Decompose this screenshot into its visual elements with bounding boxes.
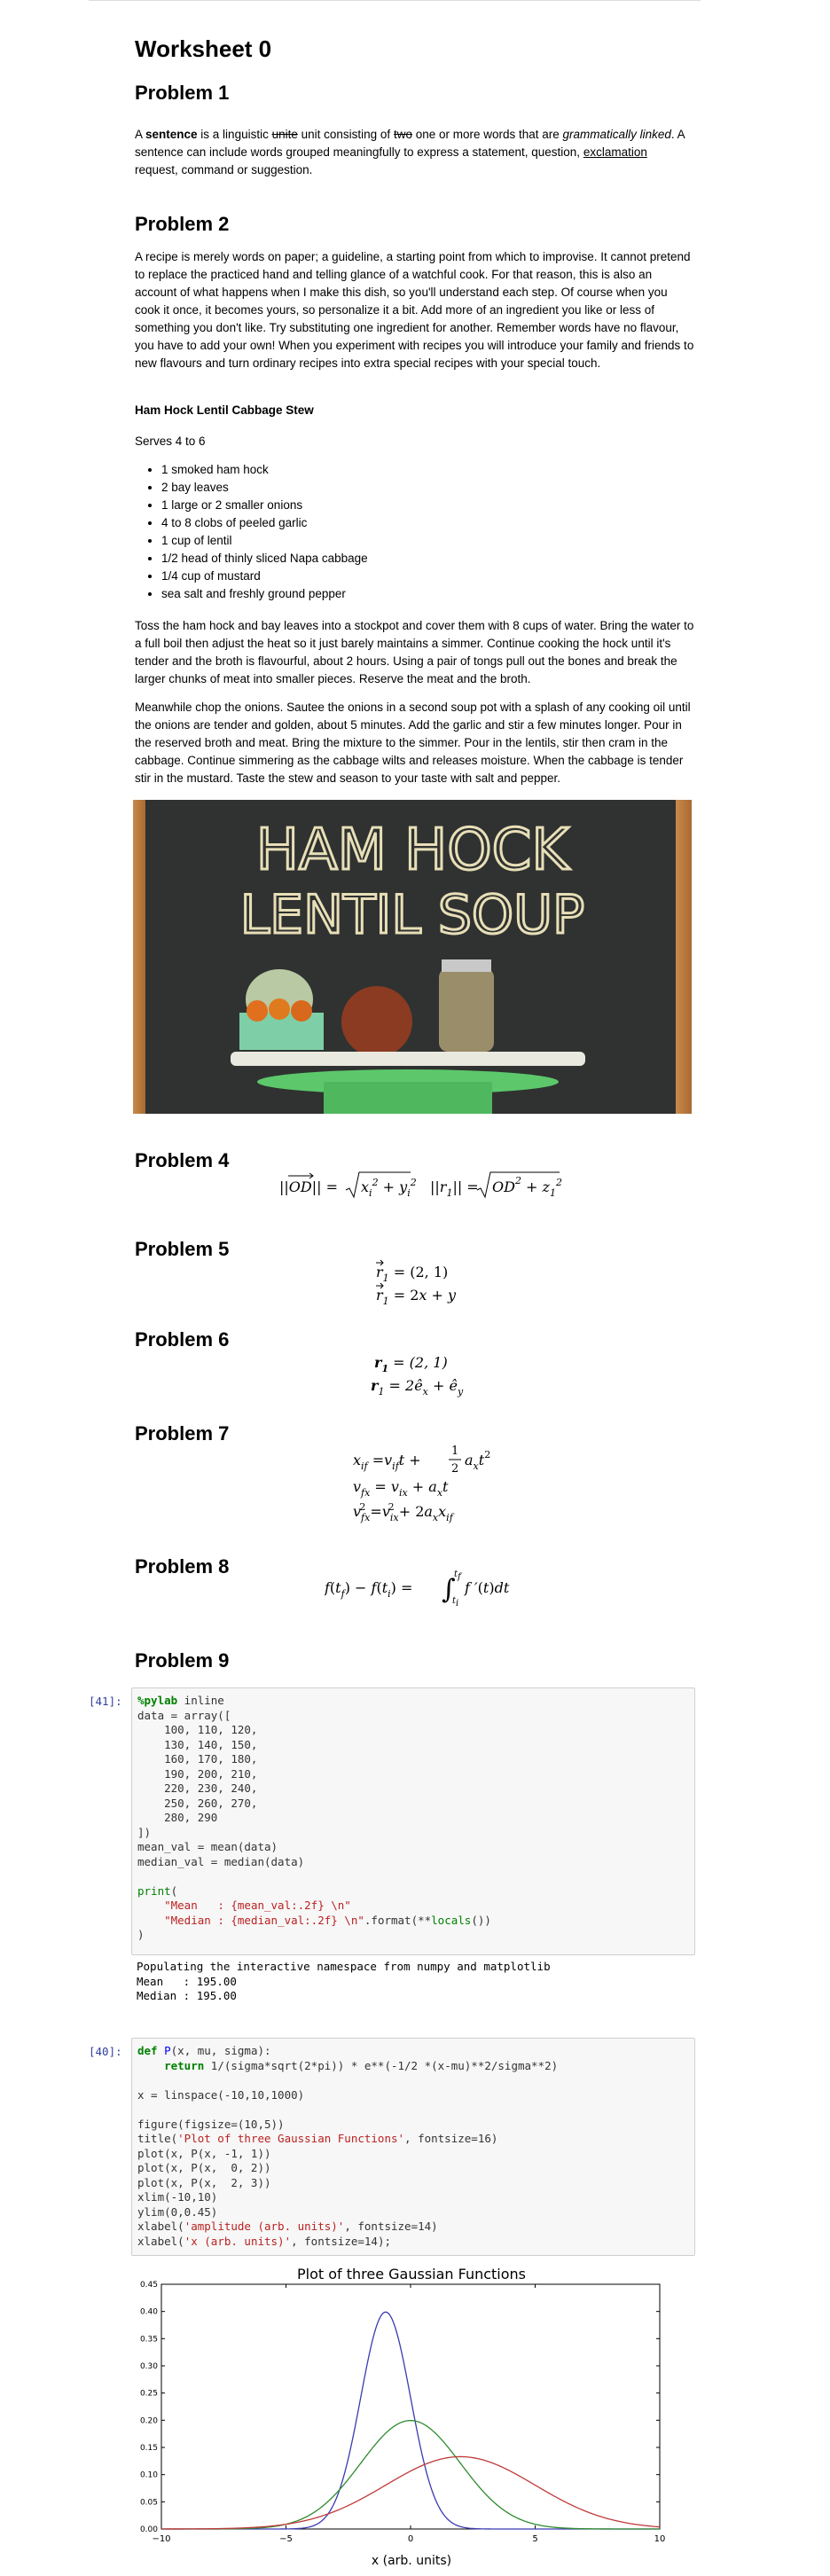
problem4-heading: Problem 4 xyxy=(135,1149,230,1171)
list-item: 4 to 8 clobs of peeled garlic xyxy=(161,514,693,532)
photo-chalk-line-1: HAM HOCK xyxy=(256,818,571,883)
list-item: 1/2 head of thinly sliced Napa cabbage xyxy=(161,550,693,568)
svg-text:xif =vift +: xif =vift + xyxy=(353,1452,421,1472)
equation-problem5: r1 = (2, 1) r1 = 2x + y xyxy=(372,1256,479,1309)
svg-text:vfx = vix + axt: vfx = vix + axt xyxy=(353,1478,449,1499)
cell-41-prompt: [41]: xyxy=(89,1695,122,1708)
svg-text:r1 = 2x + y: r1 = 2x + y xyxy=(376,1287,457,1307)
problem6-heading: Problem 6 xyxy=(135,1328,230,1351)
equation-problem6: r1 = (2, 1) r1 = 2êx + êy xyxy=(371,1346,495,1399)
problem8-heading: Problem 8 xyxy=(135,1555,230,1578)
series-line-1 xyxy=(161,2420,660,2530)
chart-title: Plot of three Gaussian Functions xyxy=(297,2266,526,2282)
x-tick-label: 0 xyxy=(408,2534,413,2544)
x-tick-label: −10 xyxy=(152,2534,170,2544)
problem1-text: A sentence is a linguistic unite unit co… xyxy=(135,128,685,176)
equation-problem4: ||OD|| = xi2 + yi2 ||r1|| = OD2 + z12 xyxy=(279,1169,563,1202)
ham-hock-soup-photo: HAM HOCK LENTIL SOUP xyxy=(133,800,692,1114)
y-tick-label: 0.25 xyxy=(140,2390,158,2399)
cell-40-prompt: [40]: xyxy=(89,2045,122,2058)
list-item: 1 smoked ham hock xyxy=(161,461,693,479)
recipe-step-1: Toss the ham hock and bay leaves into a … xyxy=(135,619,694,685)
recipe-serves: Serves 4 to 6 xyxy=(135,435,206,448)
equation-problem8: f(tf) − f(ti) = ∫ tf ti f ′(t)dt xyxy=(324,1564,520,1609)
y-tick-label: 0.20 xyxy=(140,2416,158,2425)
series-line-2 xyxy=(161,2455,661,2530)
svg-text:f ′(t)dt: f ′(t)dt xyxy=(464,1579,510,1596)
svg-text:||r1|| =: ||r1|| = xyxy=(430,1178,479,1199)
y-tick-label: 0.35 xyxy=(140,2335,158,2344)
problem1-heading: Problem 1 xyxy=(135,82,230,104)
svg-text:2: 2 xyxy=(451,1462,458,1476)
list-item: 1/4 cup of mustard xyxy=(161,568,693,585)
recipe-title: Ham Hock Lentil Cabbage Stew xyxy=(135,403,314,417)
svg-text:f(tf) − f(ti) =: f(tf) − f(ti) = xyxy=(325,1579,412,1600)
list-item: 1 large or 2 smaller onions xyxy=(161,497,693,514)
problem2-heading: Problem 2 xyxy=(135,213,230,235)
svg-text:xi2 + yi2: xi2 + yi2 xyxy=(361,1177,417,1199)
code-cell-41[interactable]: %pylab inline data = array([ 100, 110, 1… xyxy=(131,1687,695,1955)
problem7-heading: Problem 7 xyxy=(135,1422,230,1445)
svg-text:r1 = (2, 1): r1 = (2, 1) xyxy=(374,1354,448,1374)
ingredient-list: 1 smoked ham hock 2 bay leaves 1 large o… xyxy=(135,461,693,603)
photo-chalk-line-2: LENTIL SOUP xyxy=(240,884,584,946)
svg-text:r1 = 2êx + êy: r1 = 2êx + êy xyxy=(371,1377,464,1398)
y-tick-label: 0.45 xyxy=(140,2281,158,2290)
x-tick-label: 10 xyxy=(654,2534,666,2544)
chart-frame xyxy=(161,2283,661,2530)
svg-text:1: 1 xyxy=(451,1445,458,1458)
list-item: 2 bay leaves xyxy=(161,479,693,497)
y-tick-label: 0.30 xyxy=(140,2362,158,2371)
code-cell-40[interactable]: def P(x, mu, sigma): return 1/(sigma*sqr… xyxy=(131,2038,695,2256)
problem9-heading: Problem 9 xyxy=(135,1649,230,1672)
y-tick-label: 0.40 xyxy=(140,2308,158,2317)
x-tick-label: −5 xyxy=(279,2534,293,2544)
svg-text:vfx2 =vix2 + 2axxif: vfx2 =vix2 + 2axxif xyxy=(353,1501,455,1523)
svg-text:axt2: axt2 xyxy=(465,1449,490,1472)
equation-problem7: xif =vift + 1 2 axt2 vfx = vix + axt vfx… xyxy=(353,1438,530,1527)
recipe-intro: A recipe is merely words on paper; a gui… xyxy=(135,250,694,370)
gaussian-chart: −10 −5 0 5 10 0.00 0.05 0.10 0.15 0.20 0.25 0.30 0.3… xyxy=(131,2263,695,2576)
svg-text:||OD|| =: ||OD|| = xyxy=(279,1178,338,1195)
chart-xlabel: x (arb. units) xyxy=(372,2554,451,2568)
gaussian-chart-svg: −10 −5 0 5 10 0.00 0.05 0.10 0.15 0.20 0.25 0.30 0.3… xyxy=(140,2266,666,2568)
svg-text:r1 = (2, 1): r1 = (2, 1) xyxy=(376,1264,448,1284)
page-title: Worksheet 0 xyxy=(135,35,272,62)
list-item: 1 cup of lentil xyxy=(161,532,693,550)
y-tick-label: 0.10 xyxy=(140,2471,158,2480)
y-tick-label: 0.05 xyxy=(140,2498,158,2507)
top-divider xyxy=(89,0,701,1)
list-item: sea salt and freshly ground pepper xyxy=(161,585,693,603)
problem5-heading: Problem 5 xyxy=(135,1238,230,1260)
y-tick-label: 0.00 xyxy=(140,2525,158,2534)
svg-text:OD2 + z12: OD2 + z12 xyxy=(492,1175,562,1199)
y-tick-label: 0.15 xyxy=(140,2444,158,2453)
x-tick-label: 5 xyxy=(532,2534,537,2544)
svg-text:ti: ti xyxy=(452,1596,458,1609)
recipe-step-2: Meanwhile chop the onions. Sautee the on… xyxy=(135,701,691,785)
